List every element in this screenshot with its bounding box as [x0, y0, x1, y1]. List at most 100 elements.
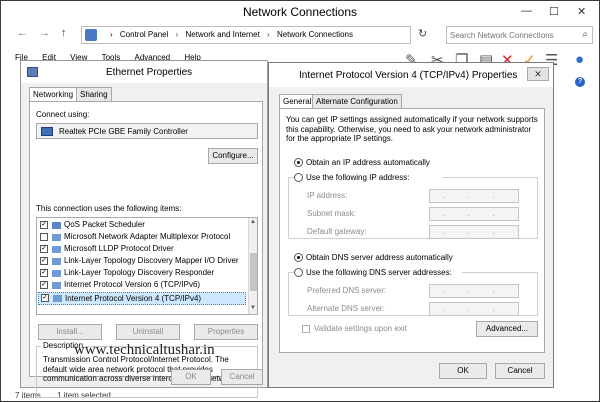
alternate-dns-field[interactable]: . . . — [429, 302, 519, 316]
item-checkbox[interactable]: ✓ — [40, 245, 48, 253]
protocol-icon — [52, 270, 61, 277]
ethernet-ok-button[interactable]: OK — [171, 369, 211, 385]
ipv4-properties-dialog: Internet Protocol Version 4 (TCP/IPv4) P… — [268, 62, 554, 388]
uninstall-button[interactable]: Uninstall — [116, 324, 180, 340]
item-label: QoS Packet Scheduler — [64, 220, 145, 229]
install-button[interactable]: Install... — [38, 324, 102, 340]
use-following-ip-radio[interactable]: Use the following IP address: — [294, 172, 442, 184]
configure-button[interactable]: Configure... — [208, 148, 258, 164]
connect-using-label: Connect using: — [36, 110, 90, 119]
alternate-dns-label: Alternate DNS server: — [307, 304, 385, 313]
qos-icon — [52, 222, 61, 229]
control-panel-icon — [85, 29, 97, 41]
item-checkbox[interactable]: ✓ — [40, 221, 48, 229]
globe-icon[interactable]: ● — [575, 51, 584, 68]
up-arrow-icon[interactable]: ↑ — [61, 27, 67, 39]
item-checkbox[interactable]: ✓ — [40, 269, 48, 277]
ethernet-tabs: Networking Sharing — [29, 87, 263, 102]
breadcrumb-network-connections[interactable]: Network Connections — [277, 30, 353, 39]
ip-address-field[interactable]: . . . — [429, 189, 519, 203]
back-arrow-icon[interactable]: ← — [17, 27, 28, 39]
protocol-icon — [53, 295, 62, 302]
validate-label: Validate settings upon exit — [314, 324, 407, 333]
protocol-icon — [52, 282, 61, 289]
ip-address-group: IP address: . . . Subnet mask: . . . Def… — [288, 177, 538, 239]
item-label: Internet Protocol Version 6 (TCP/IPv6) — [64, 280, 201, 289]
intro-text: You can get IP settings assigned automat… — [286, 115, 538, 143]
ethernet-dialog-title: Ethernet Properties — [106, 67, 193, 78]
maximize-icon[interactable]: ☐ — [549, 5, 559, 18]
tab-general[interactable]: General — [279, 94, 316, 109]
radio-label: Obtain an IP address automatically — [306, 158, 430, 167]
radio-label: Use the following IP address: — [306, 173, 410, 182]
forward-arrow-icon[interactable]: → — [39, 27, 50, 39]
search-icon[interactable]: ⌕ — [582, 29, 588, 40]
items-label: This connection uses the following items… — [36, 204, 182, 213]
item-checkbox[interactable]: ✓ — [40, 281, 48, 289]
tab-alternate-configuration[interactable]: Alternate Configuration — [312, 94, 402, 108]
search-box[interactable]: ⌕ — [446, 26, 593, 44]
ipv4-cancel-button[interactable]: Cancel — [495, 363, 545, 379]
breadcrumb-separator: › — [267, 30, 270, 39]
ipv4-title-bar: Internet Protocol Version 4 (TCP/IPv4) P… — [269, 63, 553, 87]
item-label: Internet Protocol Version 4 (TCP/IPv4) — [65, 294, 202, 303]
help-icon[interactable]: ? — [575, 77, 585, 87]
preferred-dns-label: Preferred DNS server: — [307, 286, 387, 295]
preferred-dns-field[interactable]: . . . — [429, 284, 519, 298]
list-item-selected[interactable]: ✓ Internet Protocol Version 4 (TCP/IPv4) — [38, 292, 246, 305]
protocol-icon — [52, 234, 61, 241]
scroll-down-icon[interactable]: ▼ — [250, 305, 256, 311]
net-title-bar: Network Connections — ☐ ✕ — [1, 1, 599, 21]
default-gateway-field[interactable]: . . . — [429, 225, 519, 239]
radio-button[interactable] — [294, 268, 303, 277]
validate-checkbox[interactable] — [302, 325, 310, 333]
use-following-dns-radio[interactable]: Use the following DNS server addresses: — [294, 267, 462, 279]
search-input[interactable] — [450, 29, 572, 42]
address-bar[interactable]: › Control Panel › Network and Internet ›… — [81, 26, 486, 44]
protocol-icon — [52, 258, 61, 265]
radio-button[interactable] — [294, 253, 303, 262]
general-tab-panel: You can get IP settings assigned automat… — [279, 108, 545, 353]
ipv4-dialog-title: Internet Protocol Version 4 (TCP/IPv4) P… — [299, 70, 518, 81]
ipv4-ok-button[interactable]: OK — [439, 363, 487, 379]
item-checkbox[interactable] — [40, 233, 48, 241]
scroll-thumb[interactable] — [250, 253, 257, 291]
tab-sharing[interactable]: Sharing — [76, 87, 112, 101]
scroll-up-icon[interactable]: ▲ — [250, 219, 256, 225]
refresh-icon[interactable]: ↻ — [418, 27, 427, 40]
minimize-icon[interactable]: — — [521, 5, 532, 17]
close-icon[interactable]: ✕ — [527, 67, 549, 81]
advanced-button[interactable]: Advanced... — [476, 321, 538, 337]
watermark-text: www.technicaltushar.in — [74, 342, 215, 358]
ipv4-tabs: General Alternate Configuration — [279, 94, 545, 109]
radio-label: Obtain DNS server address automatically — [306, 253, 453, 262]
radio-button[interactable] — [294, 173, 303, 182]
item-checkbox[interactable]: ✓ — [41, 294, 49, 302]
item-label: Microsoft Network Adapter Multiplexor Pr… — [64, 232, 231, 241]
properties-button[interactable]: Properties — [194, 324, 258, 340]
adapter-box: Realtek PCIe GBE Family Controller — [36, 123, 258, 139]
net-window-title: Network Connections — [242, 5, 358, 19]
radio-label: Use the following DNS server addresses: — [306, 268, 452, 277]
address-row: ← → ↑ › Control Panel › Network and Inte… — [1, 23, 599, 47]
subnet-mask-field[interactable]: . . . — [429, 207, 519, 221]
networking-tab-panel: Connect using: Realtek PCIe GBE Family C… — [29, 101, 263, 398]
breadcrumb-network-and-internet[interactable]: Network and Internet — [186, 30, 260, 39]
ethernet-cancel-button[interactable]: Cancel — [221, 369, 263, 385]
items-list[interactable]: ✓ QoS Packet Scheduler Microsoft Network… — [36, 217, 258, 315]
close-icon[interactable]: ✕ — [577, 5, 586, 18]
ethernet-title-bar: Ethernet Properties — [21, 61, 267, 83]
item-checkbox[interactable]: ✓ — [40, 257, 48, 265]
breadcrumb-separator: › — [175, 30, 179, 39]
default-gateway-label: Default gateway: — [307, 227, 367, 236]
breadcrumb-separator: › — [110, 30, 113, 39]
ip-address-label: IP address: — [307, 191, 348, 200]
radio-button[interactable] — [294, 158, 303, 167]
items-scrollbar[interactable]: ▲ ▼ — [248, 218, 257, 314]
adapter-name: Realtek PCIe GBE Family Controller — [59, 127, 188, 136]
tab-networking[interactable]: Networking — [29, 87, 78, 102]
network-adapter-icon — [41, 127, 53, 136]
breadcrumb-control-panel[interactable]: Control Panel — [120, 30, 168, 39]
subnet-mask-label: Subnet mask: — [307, 209, 356, 218]
item-label: Microsoft LLDP Protocol Driver — [64, 244, 174, 253]
